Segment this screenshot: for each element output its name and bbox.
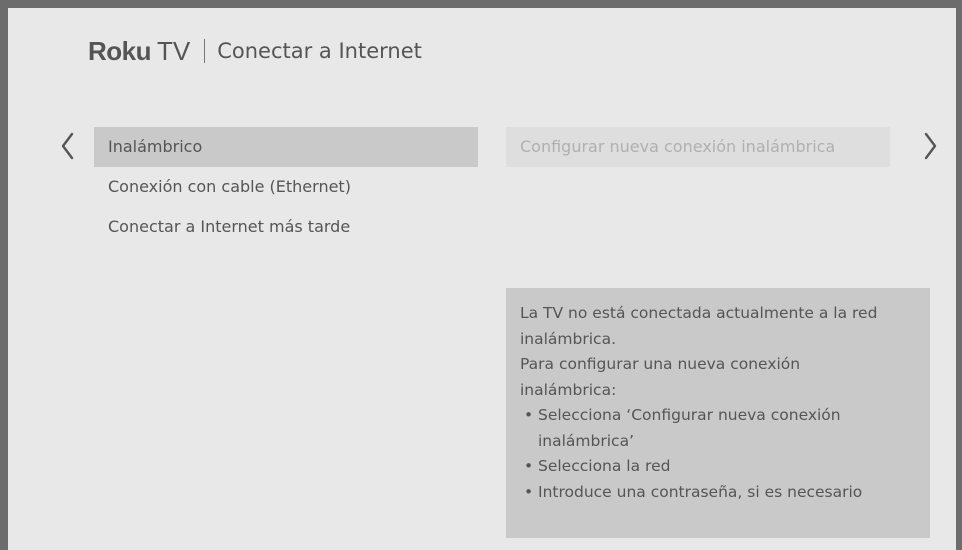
connection-menu: Inalámbrico Conexión con cable (Ethernet…: [94, 127, 478, 247]
bullet-text: Introduce una contraseña, si es necesari…: [538, 482, 863, 501]
info-text: inalámbrica.: [520, 329, 616, 348]
bullet-icon: •: [524, 482, 534, 501]
chevron-right-icon[interactable]: [920, 131, 940, 161]
header-divider: [204, 39, 206, 63]
bullet-icon: •: [524, 406, 534, 424]
bullet-icon: •: [524, 457, 534, 475]
tv-logo: TV: [157, 35, 191, 66]
roku-screen: Roku TV Conectar a Internet Inalámbrico …: [0, 0, 962, 550]
info-text: La TV no está conectada actualmente a la…: [520, 304, 878, 322]
info-bullet: • Selecciona ‘Configurar nueva conexión …: [520, 403, 930, 454]
info-panel: La TV no está conectada actualmente a la…: [506, 288, 930, 538]
chevron-left-icon[interactable]: [58, 131, 78, 161]
info-text: inalámbrica:: [520, 380, 617, 399]
submenu-label: Configurar nueva conexión inalámbrica: [520, 137, 836, 156]
menu-item-ethernet[interactable]: Conexión con cable (Ethernet): [94, 167, 478, 207]
bullet-text: Selecciona ‘Configurar nueva conexión in…: [538, 406, 841, 450]
page-title: Conectar a Internet: [217, 39, 422, 63]
bullet-text: Selecciona la red: [538, 457, 671, 475]
info-text: Para configurar una nueva conexión: [520, 355, 801, 373]
menu-item-label: Conexión con cable (Ethernet): [108, 177, 351, 196]
menu-item-label: Inalámbrico: [108, 137, 203, 156]
info-bullet: • Introduce una contraseña, si es necesa…: [520, 480, 930, 506]
menu-item-wireless[interactable]: Inalámbrico: [94, 127, 478, 167]
info-bullet: • Selecciona la red: [520, 454, 930, 480]
submenu-setup-new-wireless[interactable]: Configurar nueva conexión inalámbrica: [506, 127, 890, 167]
menu-item-connect-later[interactable]: Conectar a Internet más tarde: [94, 207, 478, 247]
menu-item-label: Conectar a Internet más tarde: [108, 217, 351, 236]
header: Roku TV Conectar a Internet: [88, 34, 422, 68]
roku-logo: Roku: [88, 35, 152, 66]
